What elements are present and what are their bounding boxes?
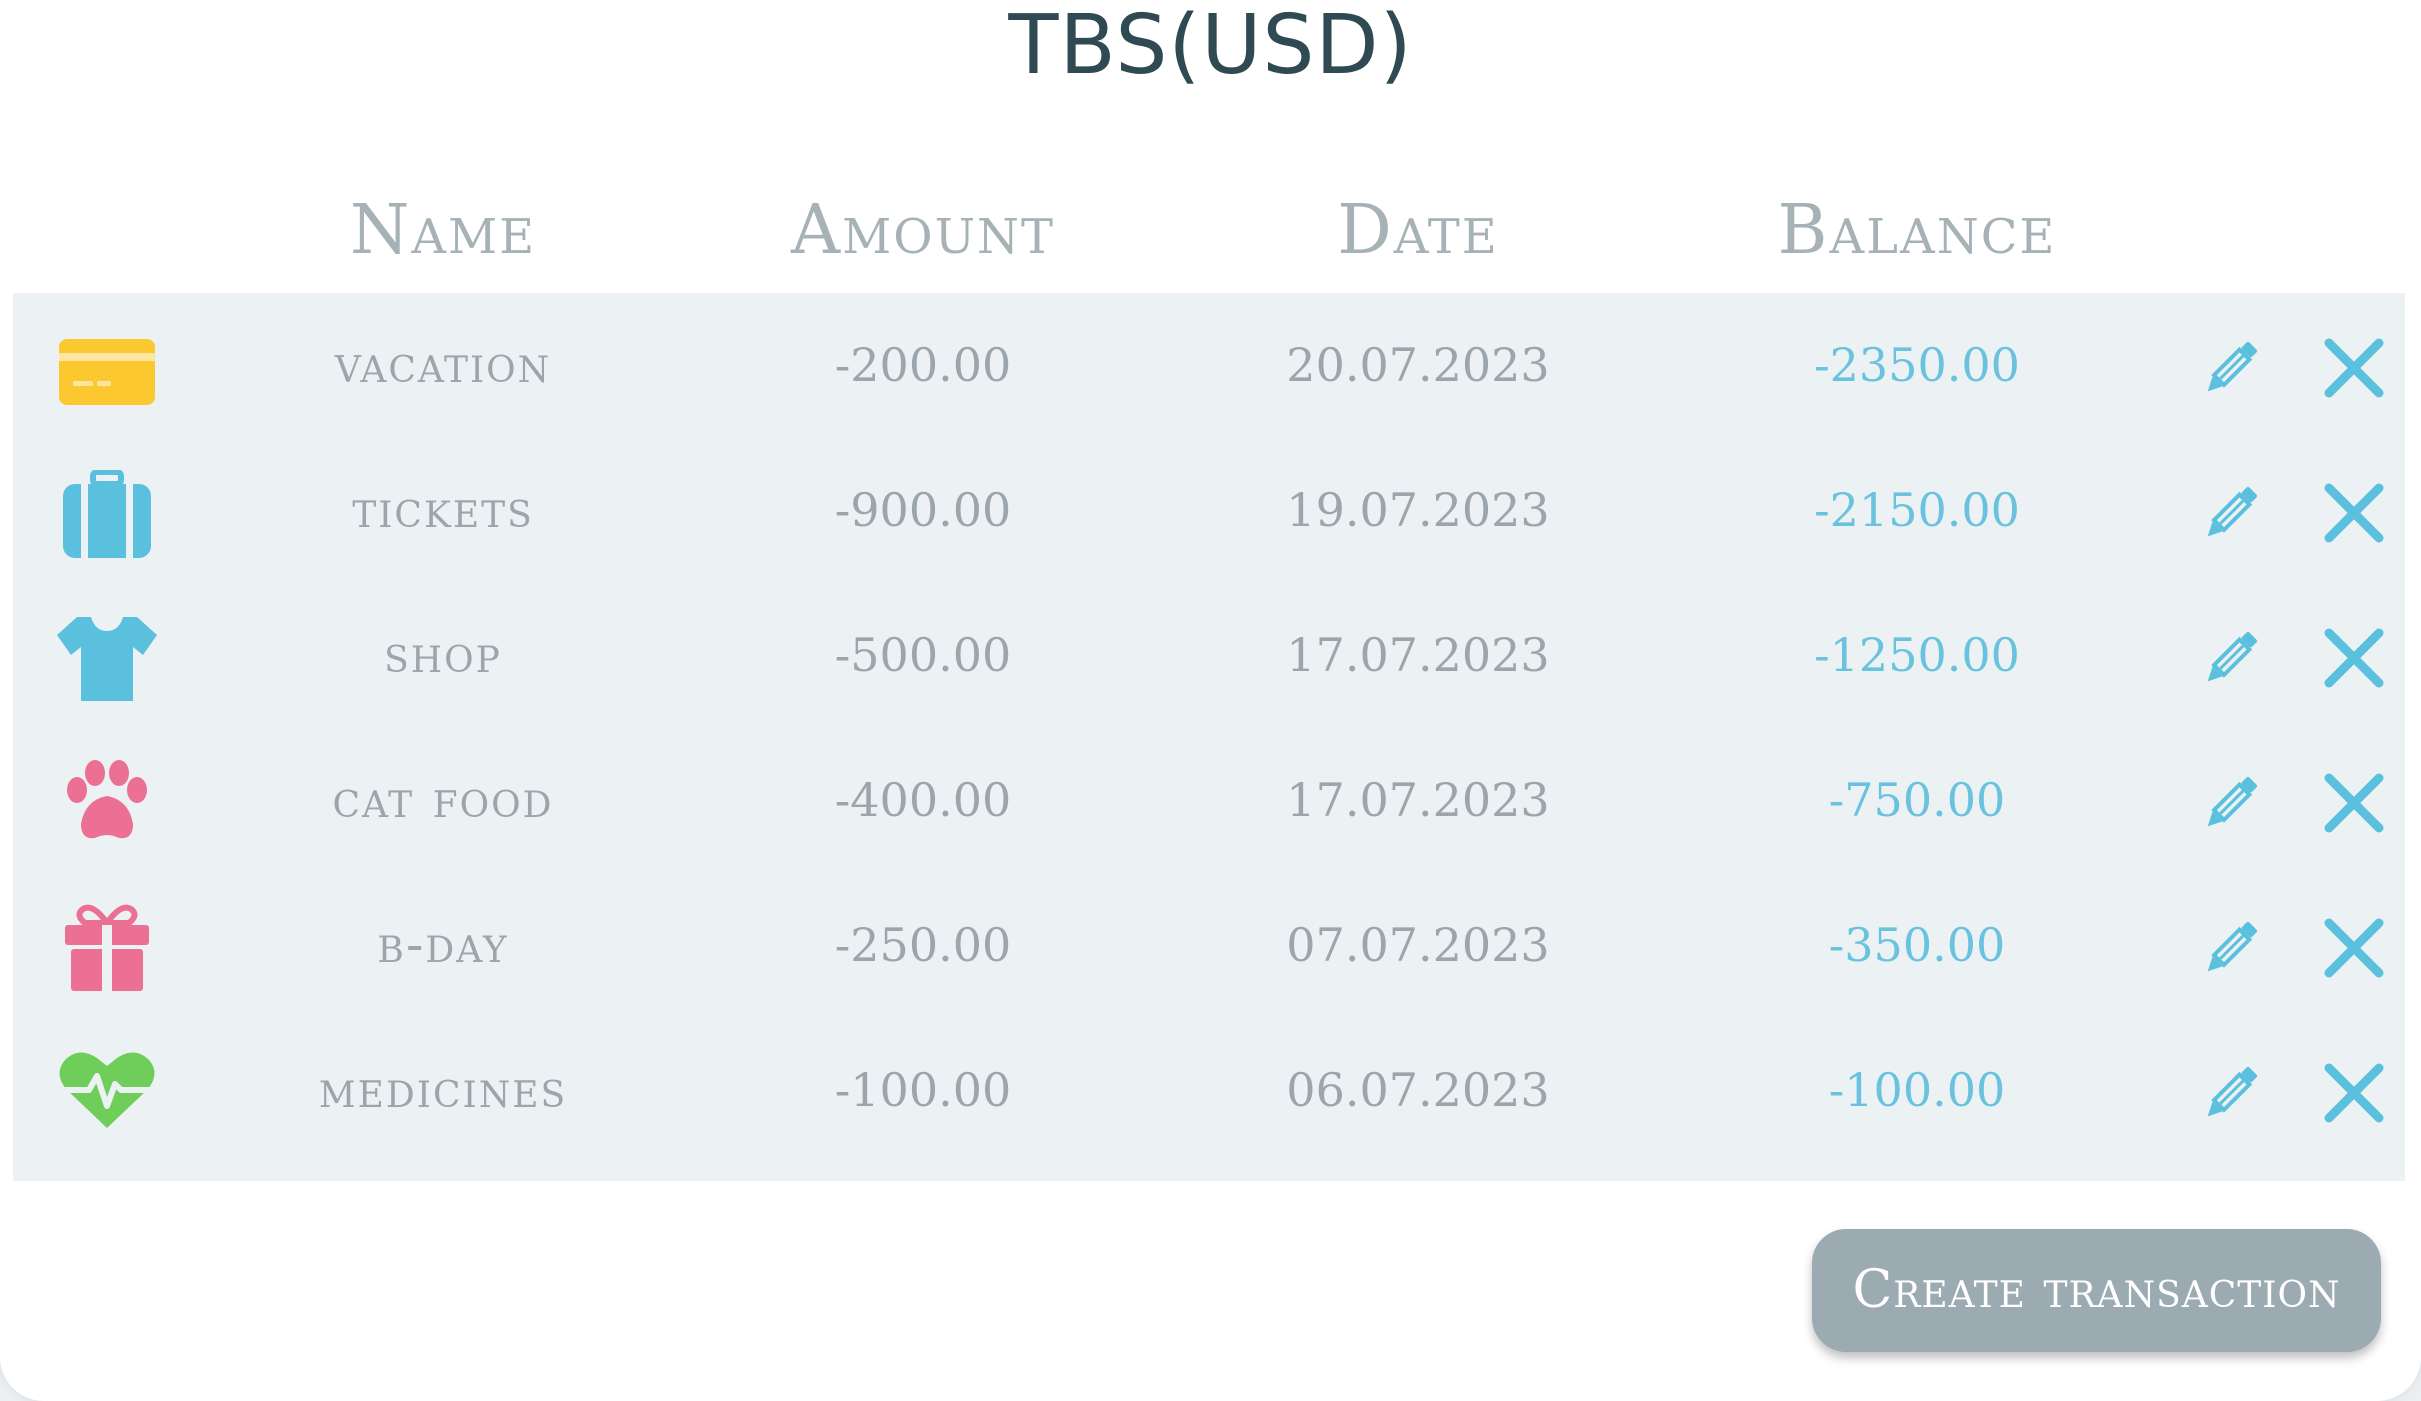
table-row: cat food -400.00 17.07.2023 -750.00 (13, 728, 2405, 873)
pencil-icon (2207, 486, 2258, 537)
close-icon (2324, 1063, 2384, 1123)
transaction-balance: -350.00 (1828, 918, 2006, 972)
transaction-name: cat food (332, 770, 554, 830)
transaction-name: tickets (352, 480, 534, 540)
table-row: shop -500.00 17.07.2023 -1250.00 (13, 583, 2405, 728)
edit-button[interactable] (2198, 480, 2264, 546)
delete-button[interactable] (2321, 915, 2387, 981)
transaction-amount: -200.00 (834, 338, 1012, 392)
table-row: b-day -250.00 07.07.2023 -350.00 (13, 873, 2405, 1018)
edit-button[interactable] (2198, 335, 2264, 401)
pencil-icon (2207, 341, 2258, 392)
column-header-date: Date (1337, 191, 1499, 270)
pencil-icon (2207, 921, 2258, 972)
close-icon (2324, 918, 2384, 978)
table-row: medicines -100.00 06.07.2023 -100.00 (13, 1018, 2405, 1163)
delete-button[interactable] (2321, 625, 2387, 691)
delete-button[interactable] (2321, 335, 2387, 401)
create-transaction-button[interactable]: Create transaction (1812, 1229, 2381, 1352)
edit-button[interactable] (2198, 625, 2264, 691)
page-title: TBS(USD) (1008, 0, 1413, 93)
transaction-date: 17.07.2023 (1286, 628, 1550, 682)
pencil-icon (2207, 631, 2258, 682)
transaction-amount: -900.00 (834, 483, 1012, 537)
transaction-balance: -1250.00 (1814, 628, 2020, 682)
transaction-balance: -100.00 (1828, 1063, 2006, 1117)
transaction-name: medicines (318, 1060, 568, 1120)
transaction-balance: -2150.00 (1814, 483, 2020, 537)
close-icon (2324, 338, 2384, 398)
transaction-name: shop (384, 625, 502, 685)
transaction-date: 07.07.2023 (1286, 918, 1550, 972)
transaction-amount: -400.00 (834, 773, 1012, 827)
delete-button[interactable] (2321, 1060, 2387, 1126)
close-icon (2324, 773, 2384, 833)
delete-button[interactable] (2321, 480, 2387, 546)
table-row: vacation -200.00 20.07.2023 -2350.00 (13, 293, 2405, 438)
credit-card-icon (57, 335, 157, 405)
table-row: tickets -900.00 19.07.2023 -2150.00 (13, 438, 2405, 583)
pencil-icon (2207, 1066, 2258, 1117)
transaction-date: 17.07.2023 (1286, 773, 1550, 827)
delete-button[interactable] (2321, 770, 2387, 836)
heart-pulse-icon (57, 1050, 157, 1130)
column-header-name: Name (349, 191, 537, 270)
tshirt-icon (57, 615, 157, 703)
suitcase-icon (57, 470, 157, 560)
column-header-amount: Amount (790, 191, 1056, 270)
transactions-table: vacation -200.00 20.07.2023 -2350.00 tic… (13, 293, 2405, 1181)
close-icon (2324, 628, 2384, 688)
transaction-balance: -2350.00 (1814, 338, 2020, 392)
transaction-date: 20.07.2023 (1286, 338, 1550, 392)
transaction-name: b-day (377, 915, 509, 975)
paw-icon (57, 760, 157, 842)
transaction-date: 06.07.2023 (1286, 1063, 1550, 1117)
transaction-date: 19.07.2023 (1286, 483, 1550, 537)
pencil-icon (2207, 776, 2258, 827)
transaction-amount: -100.00 (834, 1063, 1012, 1117)
edit-button[interactable] (2198, 770, 2264, 836)
column-header-balance: Balance (1777, 191, 2057, 270)
transaction-name: vacation (334, 335, 552, 395)
edit-button[interactable] (2198, 915, 2264, 981)
gift-icon (57, 903, 157, 991)
transaction-amount: -500.00 (834, 628, 1012, 682)
transaction-balance: -750.00 (1828, 773, 2006, 827)
close-icon (2324, 483, 2384, 543)
edit-button[interactable] (2198, 1060, 2264, 1126)
transaction-amount: -250.00 (834, 918, 1012, 972)
